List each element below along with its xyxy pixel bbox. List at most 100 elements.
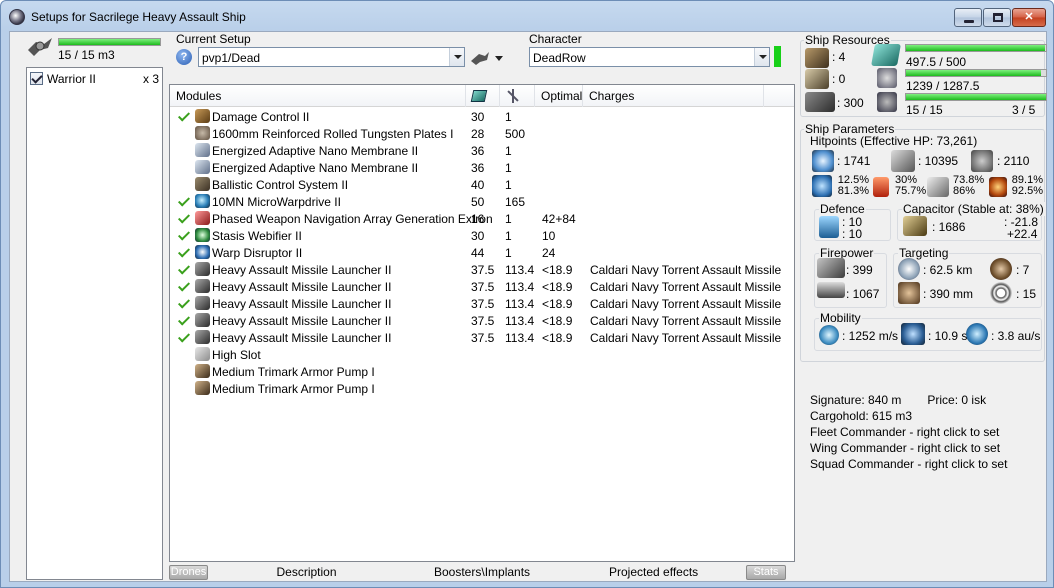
table-row[interactable]: Heavy Assault Missile Launcher II 37.5 113…	[170, 295, 794, 312]
drone-volume-text: 15 / 15 m3	[58, 48, 115, 62]
module-name: Warp Disruptor II	[212, 246, 303, 260]
module-charge: Caldari Navy Torrent Assault Missile	[590, 314, 782, 328]
tab-projected-effects[interactable]: Projected effects	[609, 565, 698, 580]
tab-boosters-implants[interactable]: Boosters\Implants	[434, 565, 530, 580]
table-row[interactable]: Phased Weapon Navigation Array Generatio…	[170, 210, 794, 227]
module-name: Heavy Assault Missile Launcher II	[212, 263, 392, 277]
bottom-tabs: Drones Description Boosters\Implants Pro…	[169, 565, 795, 581]
defence-icon	[819, 216, 839, 238]
table-row[interactable]: High Slot	[170, 346, 794, 363]
table-row[interactable]: Medium Trimark Armor Pump I	[170, 363, 794, 380]
explosive-resist-icon	[989, 177, 1007, 197]
module-online-check-icon[interactable]	[178, 110, 188, 122]
module-optimal: <18.9	[542, 314, 573, 328]
tab-description[interactable]: Description	[274, 565, 339, 580]
defence-title: Defence	[819, 202, 866, 216]
module-online-check-icon[interactable]	[178, 280, 188, 292]
table-row[interactable]: Ballistic Control System II 40 1	[170, 176, 794, 193]
cpu-column-header[interactable]	[466, 85, 500, 107]
modules-column-header[interactable]: Modules	[170, 85, 466, 107]
module-online-check-icon[interactable]	[178, 212, 188, 224]
module-powergrid: 113.4	[505, 331, 535, 345]
table-row[interactable]: Medium Trimark Armor Pump I	[170, 380, 794, 397]
module-cpu: 36	[471, 161, 485, 175]
table-row[interactable]: Heavy Assault Missile Launcher II 37.5 113…	[170, 329, 794, 346]
thermal-resist-icon	[873, 177, 889, 197]
max-targets: : 7	[1016, 263, 1030, 277]
wing-commander[interactable]: Wing Commander - right click to set	[810, 440, 1045, 456]
squad-commander[interactable]: Squad Commander - right click to set	[810, 456, 1045, 472]
chevron-down-icon[interactable]	[449, 48, 464, 66]
armor-icon	[891, 150, 915, 172]
close-button[interactable]: ✕	[1012, 8, 1046, 27]
module-name: Heavy Assault Missile Launcher II	[212, 314, 392, 328]
table-row[interactable]: 10MN MicroWarpdrive II 50 165	[170, 193, 794, 210]
list-item[interactable]: Warrior II x 3	[30, 71, 159, 87]
module-name: 1600mm Reinforced Rolled Tungsten Plates…	[212, 127, 454, 141]
missile-launcher-icon	[195, 313, 210, 327]
setup-select[interactable]: pvp1/Dead	[198, 47, 465, 67]
optimal-column-header[interactable]: Optimal	[535, 85, 583, 107]
module-cpu: 37.5	[471, 263, 495, 277]
close-icon: ✕	[1024, 11, 1034, 23]
tab-stats[interactable]: Stats	[746, 565, 786, 580]
tab-drones[interactable]: Drones	[169, 565, 208, 580]
drone-volume-fill	[59, 39, 160, 45]
drone-checkbox[interactable]	[30, 72, 43, 85]
module-charge: Caldari Navy Torrent Assault Missile	[590, 297, 782, 311]
module-powergrid: 165	[505, 195, 526, 209]
ship-tools-dropdown[interactable]	[469, 49, 505, 66]
module-optimal: 24	[542, 246, 556, 260]
maximize-button[interactable]	[983, 8, 1011, 27]
charges-column-header[interactable]: Charges	[583, 85, 764, 107]
fleet-commander[interactable]: Fleet Commander - right click to set	[810, 424, 1045, 440]
signature-radius: Signature: 840 m	[810, 393, 902, 407]
calibration-value: : 300	[837, 96, 864, 110]
modules-table[interactable]: Modules Optimal Charges Damage Control I…	[169, 84, 795, 562]
drone-list[interactable]: Warrior II x 3	[26, 67, 163, 580]
module-cpu: 37.5	[471, 314, 495, 328]
table-row[interactable]: Warp Disruptor II 44 1 24	[170, 244, 794, 261]
table-row[interactable]: Stasis Webifier II 30 1 10	[170, 227, 794, 244]
module-cpu: 30	[471, 110, 485, 124]
table-row[interactable]: Damage Control II 30 1	[170, 108, 794, 125]
table-row[interactable]: 1600mm Reinforced Rolled Tungsten Plates…	[170, 125, 794, 142]
module-name: Damage Control II	[212, 110, 310, 124]
table-row[interactable]: Energized Adaptive Nano Membrane II 36 1	[170, 142, 794, 159]
warp-speed: : 3.8 au/s	[991, 329, 1041, 343]
module-online-check-icon[interactable]	[178, 246, 188, 258]
drone-bay-bar	[905, 93, 1047, 101]
powergrid-column-header[interactable]	[500, 85, 535, 107]
armor-explosive-resist-2: 92.5%	[1011, 185, 1043, 197]
targeting-range: : 62.5 km	[923, 263, 973, 277]
module-online-check-icon[interactable]	[178, 331, 188, 343]
module-online-check-icon[interactable]	[178, 314, 188, 326]
module-cpu: 37.5	[471, 297, 495, 311]
module-powergrid: 1	[505, 246, 512, 260]
module-cpu: 36	[471, 144, 485, 158]
main-window: Setups for Sacrilege Heavy Assault Ship …	[0, 0, 1054, 588]
table-row[interactable]: Energized Adaptive Nano Membrane II 36 1	[170, 159, 794, 176]
table-row[interactable]: Heavy Assault Missile Launcher II 37.5 113…	[170, 261, 794, 278]
module-powergrid: 1	[505, 178, 512, 192]
module-online-check-icon[interactable]	[178, 229, 188, 241]
high-slot-icon	[195, 347, 210, 361]
help-icon[interactable]: ?	[176, 49, 192, 65]
module-cpu: 37.5	[471, 280, 495, 294]
module-online-check-icon[interactable]	[178, 297, 188, 309]
table-row[interactable]: Heavy Assault Missile Launcher II 37.5 113…	[170, 312, 794, 329]
table-row[interactable]: Heavy Assault Missile Launcher II 37.5 113…	[170, 278, 794, 295]
cpu-value: 497.5 / 500	[906, 55, 967, 69]
character-select[interactable]: DeadRow	[529, 47, 770, 67]
missile-launcher-icon	[195, 279, 210, 293]
table-header: Modules Optimal Charges	[170, 85, 794, 107]
module-online-check-icon[interactable]	[178, 195, 188, 207]
chevron-down-icon[interactable]	[754, 48, 769, 66]
warp-speed-icon	[966, 323, 988, 345]
title-bar[interactable]: Setups for Sacrilege Heavy Assault Ship …	[1, 1, 1053, 31]
minimize-button[interactable]	[954, 8, 982, 27]
structure-hp: : 2110	[997, 154, 1030, 168]
module-online-check-icon[interactable]	[178, 263, 188, 275]
armor-plate-icon	[195, 126, 210, 140]
sensor-strength: : 15	[1016, 287, 1037, 301]
